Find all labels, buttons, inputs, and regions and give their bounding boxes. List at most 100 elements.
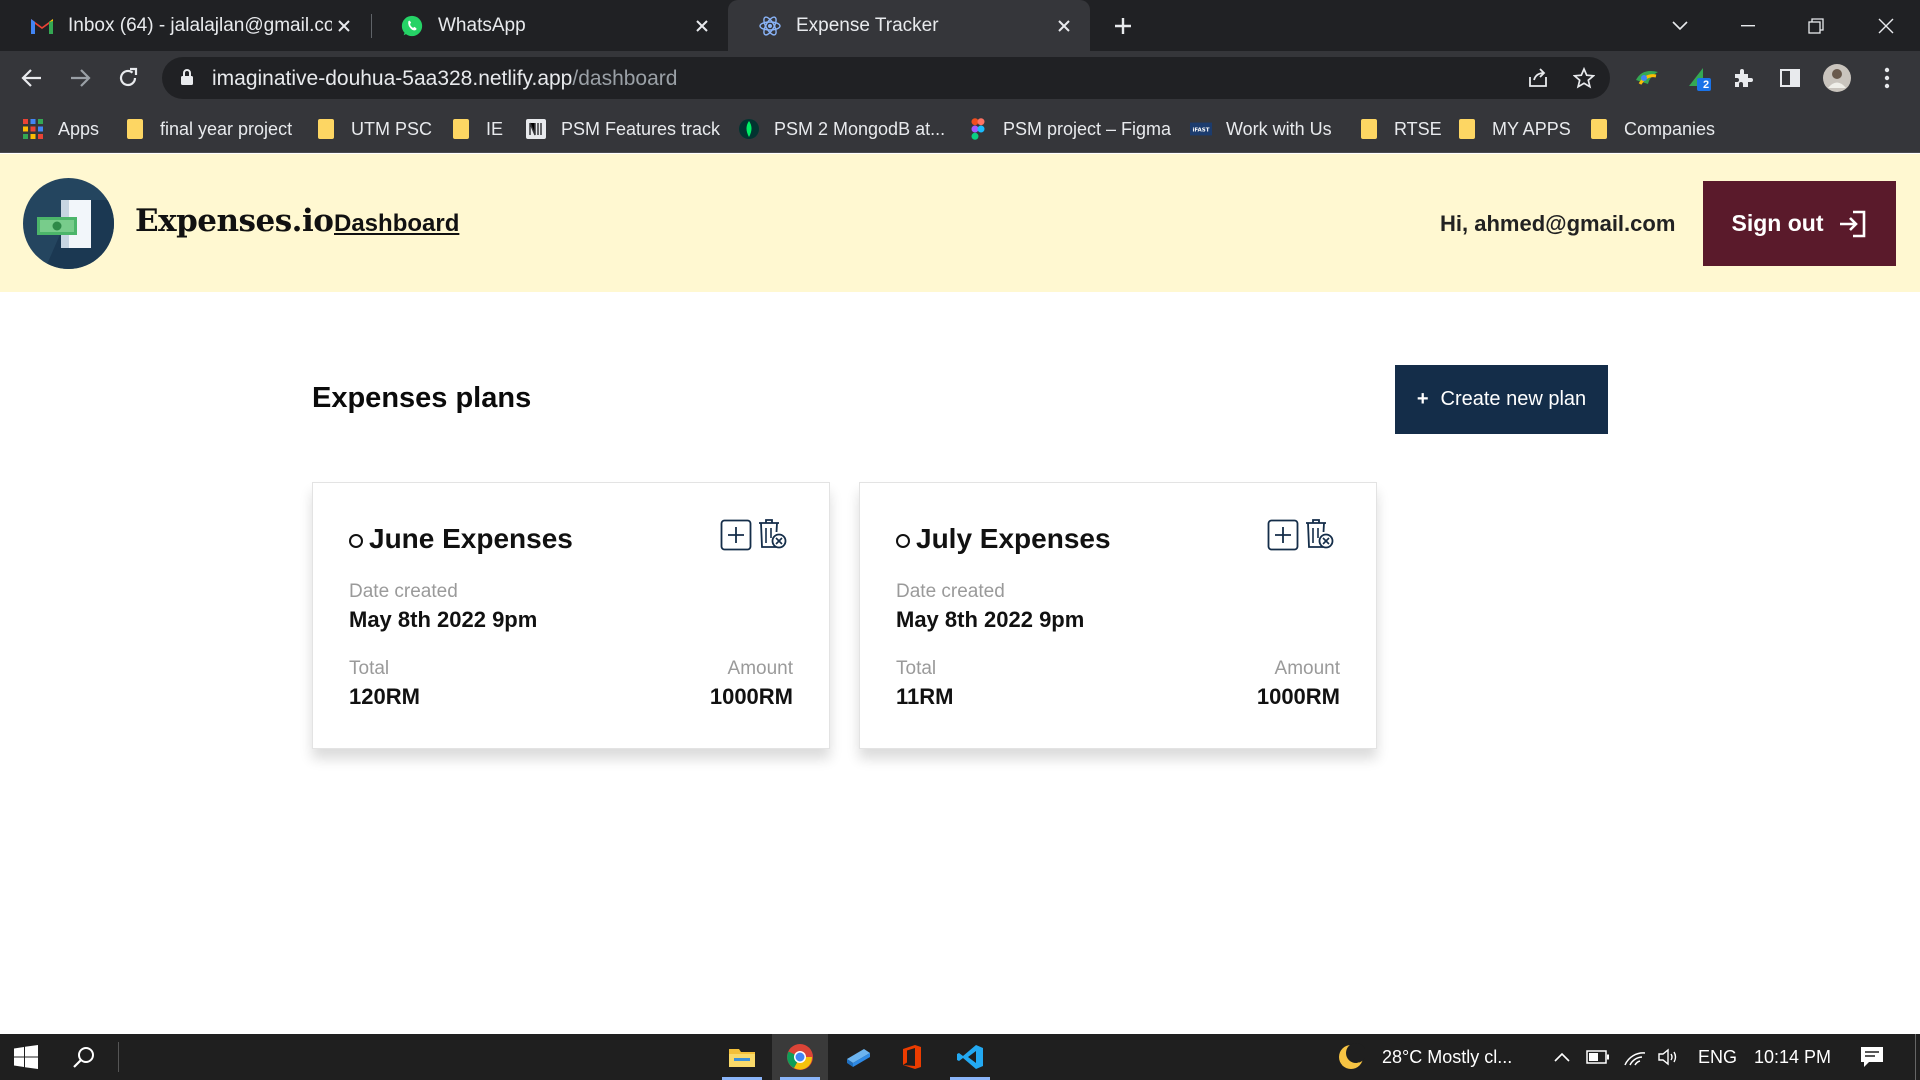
battery-icon[interactable]	[1585, 1034, 1611, 1080]
window-close-button[interactable]	[1852, 0, 1920, 51]
weather-widget[interactable]: 28°C Mostly cl...	[1382, 1034, 1512, 1080]
chevron-up-icon[interactable]	[1550, 1034, 1574, 1080]
add-expense-icon[interactable]	[1267, 519, 1299, 551]
tab-whatsapp[interactable]: WhatsApp	[370, 0, 728, 51]
mongodb-icon	[738, 118, 760, 140]
bookmark-label: UTM PSC	[351, 118, 432, 139]
show-desktop-button[interactable]	[1910, 1034, 1920, 1080]
clock[interactable]: 10:14 PM	[1754, 1034, 1831, 1080]
bookmark-ie[interactable]: IE	[450, 105, 503, 153]
remote-desktop-button[interactable]	[830, 1034, 886, 1080]
close-icon[interactable]	[1052, 14, 1076, 38]
bookmark-my-apps[interactable]: MY APPS	[1456, 105, 1571, 153]
chrome-taskbar-button[interactable]	[772, 1034, 828, 1080]
browser-tab-strip: Inbox (64) - jalalajlan@gmail.com WhatsA…	[0, 0, 1920, 51]
restore-button[interactable]	[1782, 0, 1850, 51]
search-button[interactable]	[58, 1034, 110, 1080]
url-path: /dashboard	[572, 67, 678, 90]
star-icon[interactable]	[1572, 66, 1596, 90]
bookmark-psm2-mongodb[interactable]: PSM 2 MongodB at...	[738, 105, 945, 153]
tab-title: Inbox (64) - jalalajlan@gmail.com	[68, 14, 332, 36]
bookmark-label: PSM 2 MongodB at...	[774, 118, 946, 139]
back-button[interactable]	[14, 60, 50, 96]
bookmark-label: Work with Us	[1226, 118, 1332, 139]
close-icon[interactable]	[690, 14, 714, 38]
ifast-icon: iFAST	[1190, 118, 1212, 140]
restore-icon	[1808, 17, 1824, 34]
amount-label: Amount	[1274, 658, 1340, 679]
sign-in-arrow-icon	[1837, 209, 1867, 239]
tab-gmail[interactable]: Inbox (64) - jalalajlan@gmail.com	[0, 0, 370, 51]
folder-icon	[1588, 118, 1610, 140]
bookmark-label: PSM Features track	[561, 118, 721, 139]
circle-icon	[896, 534, 910, 548]
apps-grid-icon	[22, 118, 44, 140]
folder-icon	[124, 118, 146, 140]
gmail-icon	[30, 14, 54, 38]
windows-icon	[14, 1045, 38, 1069]
plan-card[interactable]: July Expenses Date created May 8th 2022 …	[859, 482, 1377, 749]
tab-search-button[interactable]	[1646, 0, 1714, 51]
more-menu-icon[interactable]	[1872, 63, 1902, 93]
bookmark-label: final year project	[160, 118, 293, 139]
sign-out-button[interactable]: Sign out	[1703, 181, 1896, 266]
user-greeting: Hi, ahmed@gmail.com	[1440, 211, 1676, 236]
vscode-button[interactable]	[942, 1034, 998, 1080]
chevron-down-icon	[1672, 20, 1688, 30]
url-host: imaginative-douhua-5aa328.netlify.app	[212, 67, 573, 90]
create-new-plan-button[interactable]: + Create new plan	[1395, 365, 1608, 434]
bookmark-psm-features-track[interactable]: PSM Features track	[525, 105, 720, 153]
bookmark-apps[interactable]: Apps	[22, 105, 99, 153]
delete-plan-icon[interactable]	[757, 518, 787, 550]
avatar[interactable]	[1822, 63, 1852, 93]
windows-taskbar: 28°C Mostly cl... ENG 10:14 PM	[0, 1034, 1920, 1080]
amount-value: 1000RM	[1256, 684, 1340, 709]
money-icon	[37, 200, 114, 269]
tab-title: WhatsApp	[438, 14, 526, 36]
wifi-icon[interactable]	[1622, 1034, 1648, 1080]
close-icon	[1878, 18, 1894, 33]
add-expense-icon[interactable]	[720, 519, 752, 551]
extension-colorful-icon[interactable]	[1632, 63, 1662, 93]
language-indicator[interactable]: ENG	[1698, 1034, 1737, 1080]
date-created-value: May 8th 2022 9pm	[349, 607, 538, 632]
office-button[interactable]	[884, 1034, 940, 1080]
plan-name: July Expenses	[916, 523, 1111, 554]
start-button[interactable]	[0, 1034, 52, 1080]
address-bar[interactable]: imaginative-douhua-5aa328.netlify.app/da…	[162, 57, 1610, 99]
react-icon	[758, 14, 782, 38]
app-logo[interactable]	[23, 178, 114, 269]
tab-title: Expense Tracker	[796, 14, 939, 36]
notion-icon	[525, 118, 547, 140]
file-explorer-button[interactable]	[714, 1034, 770, 1080]
reload-button[interactable]	[110, 60, 146, 96]
taskbar-divider	[116, 1034, 120, 1080]
bookmark-psm-figma[interactable]: PSM project – Figma	[967, 105, 1171, 153]
minimize-button[interactable]	[1714, 0, 1782, 51]
bookmark-label: IE	[486, 118, 504, 139]
weather-icon[interactable]	[1336, 1034, 1366, 1080]
tab-expense-tracker[interactable]: Expense Tracker	[728, 0, 1090, 51]
notifications-icon[interactable]	[1852, 1034, 1892, 1080]
plan-card[interactable]: June Expenses Date created May 8th 2022 …	[312, 482, 830, 749]
svg-text:iFAST: iFAST	[1193, 128, 1210, 134]
share-icon[interactable]	[1526, 66, 1550, 90]
puzzle-icon[interactable]	[1728, 63, 1758, 93]
bookmark-utm-psc[interactable]: UTM PSC	[315, 105, 432, 153]
bookmark-companies[interactable]: Companies	[1588, 105, 1715, 153]
bookmark-final-year-project[interactable]: final year project	[124, 105, 292, 153]
bookmark-work-with-us[interactable]: iFAST Work with Us	[1190, 105, 1332, 153]
delete-plan-icon[interactable]	[1304, 518, 1334, 550]
app-header: Expenses.io Dashboard Hi, ahmed@gmail.co…	[0, 154, 1920, 292]
extension-badge-icon[interactable]: 2	[1684, 63, 1714, 93]
forward-button[interactable]	[62, 60, 98, 96]
folder-icon	[1456, 118, 1478, 140]
bookmarks-bar: Apps final year project UTM PSC IE PSM F…	[0, 105, 1920, 153]
close-icon[interactable]	[332, 14, 356, 38]
volume-icon[interactable]	[1656, 1034, 1682, 1080]
bookmark-rtse[interactable]: RTSE	[1358, 105, 1442, 153]
side-panel-icon[interactable]	[1775, 63, 1805, 93]
total-value: 120RM	[349, 684, 420, 709]
dashboard-link[interactable]: Dashboard	[334, 210, 459, 238]
new-tab-button[interactable]	[1108, 11, 1138, 41]
